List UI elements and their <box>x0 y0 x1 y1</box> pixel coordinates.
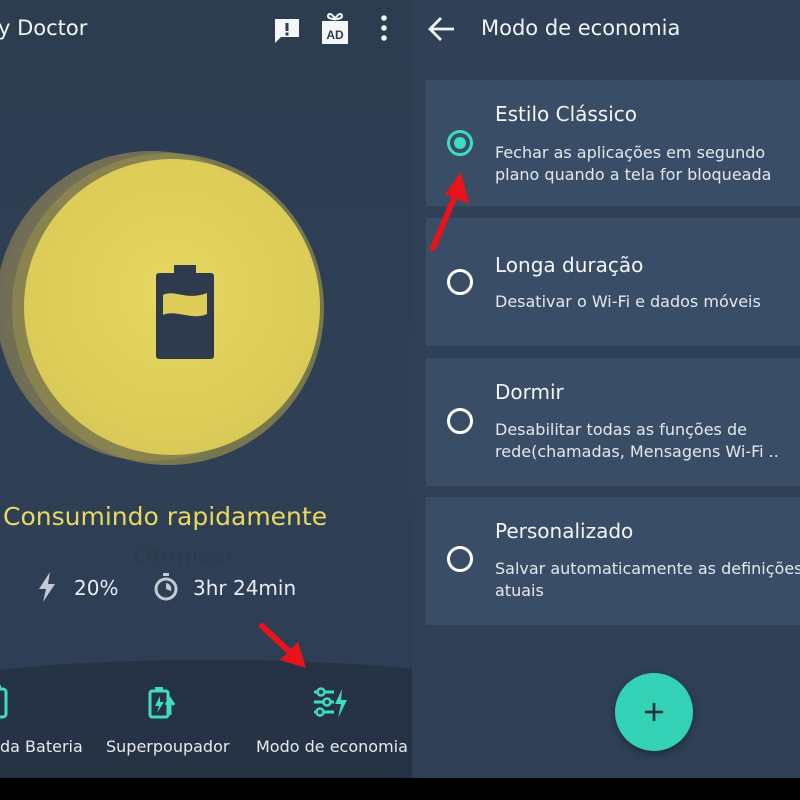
optimize-label: Otimizar <box>133 542 236 570</box>
screen-bottom-edge <box>0 778 800 800</box>
nav-battery-label: da Bateria <box>0 737 83 756</box>
battery-boost-icon <box>148 687 176 719</box>
mode-description: Desativar o Wi-Fi e dados móveis <box>495 292 761 311</box>
nav-super-saver-label: Superpoupador <box>106 737 230 756</box>
plus-icon <box>645 703 663 721</box>
back-arrow-icon[interactable] <box>428 16 456 42</box>
settings-sliders-icon <box>314 687 347 718</box>
feedback-icon[interactable] <box>272 16 302 46</box>
mode-option-sleep[interactable]: Dormir Desabilitar todas as funções de r… <box>426 358 800 486</box>
battery-percent: 20% <box>74 576 119 600</box>
battery-icon <box>156 265 214 359</box>
radio-selected[interactable] <box>447 130 473 156</box>
mode-title: Personalizado <box>495 519 634 543</box>
page-title: Modo de economia <box>481 16 681 40</box>
add-mode-button[interactable] <box>615 673 693 751</box>
svg-text:AD: AD <box>326 28 344 42</box>
saving-mode-screen: Modo de economia Estilo Clássico Fechar … <box>412 0 800 778</box>
mode-description: Desabilitar todas as funções de rede(cha… <box>495 420 779 461</box>
battery-nav-icon <box>0 685 8 719</box>
battery-status: Consumindo rapidamente <box>3 502 328 531</box>
stopwatch-icon <box>154 573 178 601</box>
mode-description: Salvar automaticamente as definições atu… <box>495 559 800 600</box>
lightning-icon <box>39 572 55 602</box>
mode-description: Fechar as aplicações em segundo plano qu… <box>495 143 772 184</box>
app-title: y Doctor <box>0 16 88 40</box>
annotation-arrow-icon <box>430 172 469 251</box>
radio-unselected[interactable] <box>447 546 473 572</box>
more-options-icon[interactable] <box>378 14 390 44</box>
annotation-arrow-icon <box>259 623 306 668</box>
mode-option-long-duration[interactable]: Longa duração Desativar o Wi-Fi e dados … <box>426 218 800 346</box>
time-remaining: 3hr 24min <box>193 576 297 600</box>
nav-saving-mode-label: Modo de economia <box>256 737 408 756</box>
ad-gift-icon[interactable]: AD <box>319 12 351 46</box>
battery-home-screen: y Doctor AD Otimizar Consumindo rapidame… <box>0 0 412 778</box>
bottom-navigation <box>0 660 412 778</box>
mode-title: Estilo Clássico <box>495 102 638 126</box>
optimize-orb[interactable]: Otimizar <box>0 145 340 570</box>
optimize-button[interactable]: Otimizar <box>24 159 320 570</box>
radio-unselected[interactable] <box>447 269 473 295</box>
radio-unselected[interactable] <box>447 408 473 434</box>
mode-title: Longa duração <box>495 253 644 277</box>
mode-option-custom[interactable]: Personalizado Salvar automaticamente as … <box>426 497 800 625</box>
mode-title: Dormir <box>495 380 564 404</box>
mode-option-classic[interactable]: Estilo Clássico Fechar as aplicações em … <box>426 80 800 206</box>
